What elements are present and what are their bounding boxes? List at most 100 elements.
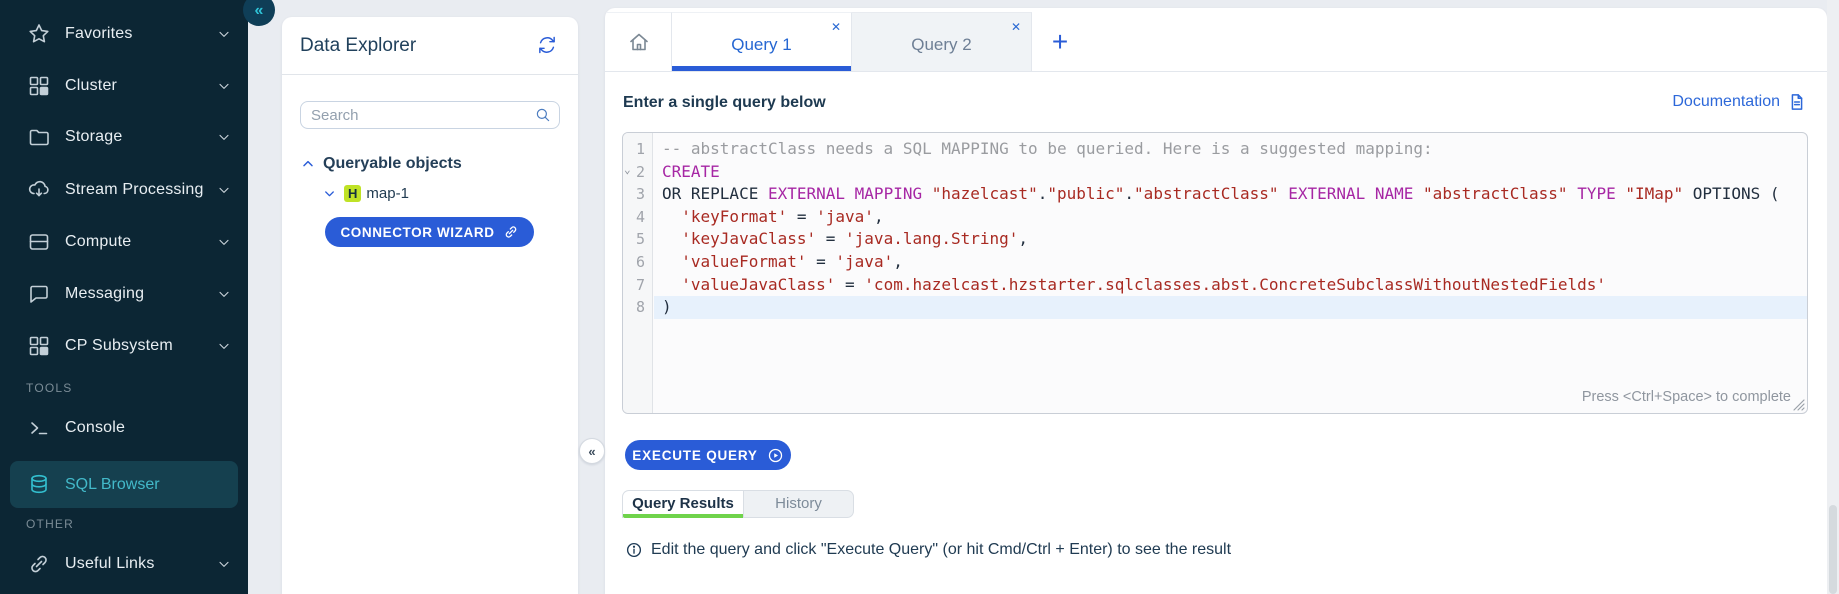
tree-header-label: Queryable objects: [323, 155, 462, 173]
tab-query-1[interactable]: Query 1 ✕: [672, 12, 852, 71]
tree-header-queryable-objects[interactable]: Queryable objects: [300, 155, 462, 173]
active-tab-indicator: [623, 514, 743, 518]
search-input[interactable]: [300, 101, 560, 129]
code-line[interactable]: 'keyFormat' = 'java',: [654, 206, 1807, 229]
collapse-icon: «: [588, 444, 595, 459]
sidebar-item-label: Useful Links: [65, 555, 155, 573]
tree-item-map-1[interactable]: H map-1: [322, 185, 409, 202]
link-icon: [503, 224, 519, 240]
autocomplete-hint: Press <Ctrl+Space> to complete: [1582, 389, 1791, 405]
sidebar-item-favorites[interactable]: Favorites: [0, 14, 248, 54]
sidebar-section-tools: TOOLS: [26, 381, 72, 395]
search-icon: [534, 106, 552, 124]
tab-query-results[interactable]: Query Results: [622, 490, 744, 518]
chevron-down-icon: [216, 338, 232, 354]
plus-icon: +: [1052, 26, 1068, 58]
code-line[interactable]: 'keyJavaClass' = 'java.lang.String',: [654, 228, 1807, 251]
code-line[interactable]: 'valueFormat' = 'java',: [654, 251, 1807, 274]
resize-handle-icon[interactable]: [1793, 399, 1805, 411]
line-number: 5: [623, 228, 652, 251]
cloud-stream-icon: [27, 178, 51, 202]
close-icon[interactable]: ✕: [831, 21, 841, 33]
chevron-down-icon: [216, 129, 232, 145]
sidebar-item-label: Cluster: [65, 77, 117, 95]
sidebar-collapse-button[interactable]: «: [243, 0, 275, 26]
chevron-down-icon: [216, 234, 232, 250]
code-line[interactable]: -- abstractClass needs a SQL MAPPING to …: [654, 138, 1807, 161]
database-icon: [27, 473, 51, 497]
sidebar: Favorites Cluster Storage Stream Process…: [0, 0, 248, 594]
tab-label: Query 2: [852, 35, 1031, 55]
documentation-label: Documentation: [1672, 93, 1780, 111]
query-toolbar: Enter a single query below Documentation: [605, 72, 1827, 132]
tab-query-2[interactable]: Query 2 ✕: [852, 12, 1032, 71]
chevron-down-icon: [216, 26, 232, 42]
collapse-icon: «: [255, 2, 264, 20]
data-explorer-title: Data Explorer: [300, 35, 416, 57]
line-number: 8: [623, 296, 652, 319]
chat-bubble-icon: [27, 282, 51, 306]
refresh-icon[interactable]: [536, 34, 558, 56]
play-circle-icon: [767, 447, 784, 464]
query-editor-title: Enter a single query below: [623, 94, 826, 112]
new-query-tab-button[interactable]: +: [1037, 12, 1083, 71]
execute-query-label: EXECUTE QUERY: [632, 448, 757, 463]
terminal-icon: [27, 416, 51, 440]
editor-gutter: 1⌄2345678: [623, 133, 653, 413]
sidebar-item-label: Stream Processing: [65, 181, 204, 199]
tab-label: History: [775, 495, 822, 512]
active-tab-indicator: [672, 66, 851, 71]
code-line[interactable]: 'valueJavaClass' = 'com.hazelcast.hzstar…: [654, 274, 1807, 297]
results-tab-bar: Query Results History: [622, 490, 854, 518]
grid-icon: [27, 74, 51, 98]
drawer-icon: [27, 230, 51, 254]
chevron-down-icon: [216, 286, 232, 302]
sidebar-item-compute[interactable]: Compute: [0, 222, 248, 262]
panel-collapse-button[interactable]: «: [579, 438, 605, 464]
sidebar-item-label: Favorites: [65, 25, 133, 43]
sidebar-item-useful-links[interactable]: Useful Links: [0, 544, 248, 584]
close-icon[interactable]: ✕: [1011, 21, 1021, 33]
connector-wizard-label: CONNECTOR WIZARD: [340, 225, 494, 240]
search-container: [300, 101, 560, 129]
sidebar-item-label: CP Subsystem: [65, 337, 173, 355]
tab-label: Query Results: [632, 495, 734, 512]
tab-history[interactable]: History: [744, 490, 854, 518]
line-number: 6: [623, 251, 652, 274]
execute-query-button[interactable]: EXECUTE QUERY: [625, 440, 791, 470]
results-info-row: Edit the query and click "Execute Query"…: [625, 541, 1231, 559]
sidebar-item-cp-subsystem[interactable]: CP Subsystem: [0, 326, 248, 366]
chevron-down-icon: [216, 182, 232, 198]
hazelcast-map-badge: H: [344, 185, 361, 202]
sidebar-item-console[interactable]: Console: [0, 408, 248, 448]
grid-icon: [27, 334, 51, 358]
page-scrollbar[interactable]: [1827, 0, 1839, 594]
line-number: ⌄2: [623, 161, 652, 184]
chevron-up-icon: [300, 156, 316, 172]
scrollbar-thumb[interactable]: [1829, 505, 1837, 594]
sidebar-item-stream-processing[interactable]: Stream Processing: [0, 170, 248, 210]
chevron-down-icon: [322, 186, 337, 201]
fold-icon[interactable]: ⌄: [624, 159, 631, 182]
sql-browser-main-panel: Query 1 ✕ Query 2 ✕ + Enter a single que…: [605, 8, 1827, 594]
code-line[interactable]: ): [654, 296, 1807, 319]
tree-item-label: map-1: [366, 185, 409, 202]
sql-code-editor[interactable]: 1⌄2345678 -- abstractClass needs a SQL M…: [622, 132, 1808, 414]
home-icon: [627, 30, 651, 54]
document-icon: [1787, 92, 1807, 112]
editor-code[interactable]: -- abstractClass needs a SQL MAPPING to …: [654, 133, 1807, 413]
sidebar-item-cluster[interactable]: Cluster: [0, 66, 248, 106]
code-line[interactable]: CREATE: [654, 161, 1807, 184]
code-line[interactable]: OR REPLACE EXTERNAL MAPPING "hazelcast".…: [654, 183, 1807, 206]
tab-home[interactable]: [607, 12, 672, 71]
chevron-down-icon: [216, 556, 232, 572]
documentation-link[interactable]: Documentation: [1672, 92, 1807, 112]
line-number: 7: [623, 274, 652, 297]
line-number: 3: [623, 183, 652, 206]
sidebar-item-sql-browser[interactable]: SQL Browser: [10, 461, 238, 508]
sidebar-item-messaging[interactable]: Messaging: [0, 274, 248, 314]
tab-label: Query 1: [672, 35, 851, 55]
sidebar-item-storage[interactable]: Storage: [0, 117, 248, 157]
sidebar-item-label: SQL Browser: [65, 476, 160, 494]
connector-wizard-button[interactable]: CONNECTOR WIZARD: [325, 217, 534, 247]
